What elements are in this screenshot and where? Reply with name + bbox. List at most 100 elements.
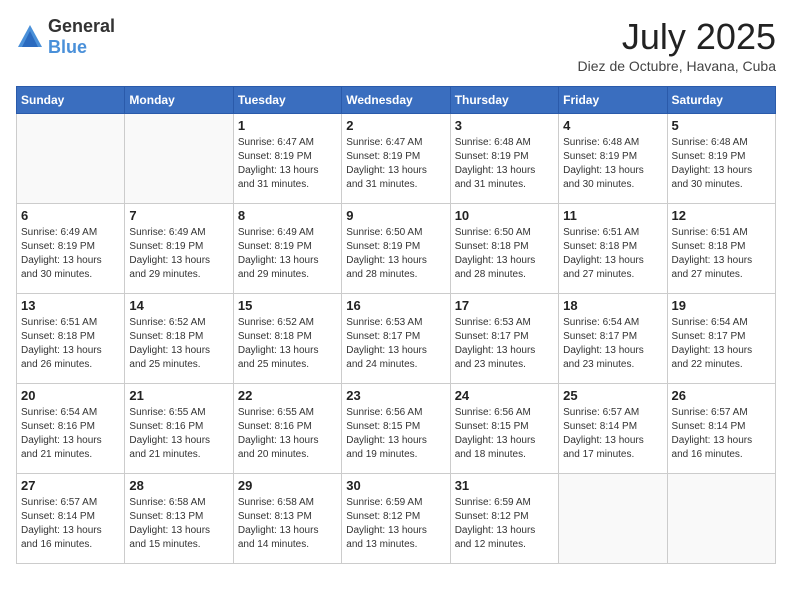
day-detail: Sunrise: 6:47 AM Sunset: 8:19 PM Dayligh… xyxy=(346,136,445,192)
day-detail: Sunrise: 6:53 AM Sunset: 8:17 PM Dayligh… xyxy=(346,316,445,372)
title-block: July 2025 Diez de Octubre, Havana, Cuba xyxy=(578,16,776,74)
day-detail: Sunrise: 6:58 AM Sunset: 8:13 PM Dayligh… xyxy=(129,496,228,552)
day-detail: Sunrise: 6:51 AM Sunset: 8:18 PM Dayligh… xyxy=(672,226,771,282)
day-cell: 20Sunrise: 6:54 AM Sunset: 8:16 PM Dayli… xyxy=(17,384,125,474)
day-cell: 3 Sunrise: 6:48 AM Sunset: 8:19 PM Daylig… xyxy=(450,114,558,204)
day-cell: 23 Sunrise: 6:56 AM Sunset: 8:15 PM Dayli… xyxy=(342,384,450,474)
day-number: 17 xyxy=(455,298,554,313)
day-number: 5 xyxy=(672,118,771,133)
day-detail: Sunrise: 6:50 AM Sunset: 8:18 PM Dayligh… xyxy=(455,226,554,282)
day-cell: 30 Sunrise: 6:59 AM Sunset: 8:12 PM Dayli… xyxy=(342,474,450,564)
weekday-header-saturday: Saturday xyxy=(667,87,775,114)
day-number: 30 xyxy=(346,478,445,493)
day-detail: Sunrise: 6:59 AM Sunset: 8:12 PM Dayligh… xyxy=(455,496,554,552)
day-number: 11 xyxy=(563,208,662,223)
weekday-header-friday: Friday xyxy=(559,87,667,114)
day-number: 23 xyxy=(346,388,445,403)
day-detail: Sunrise: 6:49 AM Sunset: 8:19 PM Dayligh… xyxy=(129,226,228,282)
day-cell: 29 Sunrise: 6:58 AM Sunset: 8:13 PM Dayli… xyxy=(233,474,341,564)
week-row-5: 27 Sunrise: 6:57 AM Sunset: 8:14 PM Dayli… xyxy=(17,474,776,564)
day-number: 29 xyxy=(238,478,337,493)
day-detail: Sunrise: 6:50 AM Sunset: 8:19 PM Dayligh… xyxy=(346,226,445,282)
day-cell xyxy=(125,114,233,204)
weekday-row: SundayMondayTuesdayWednesdayThursdayFrid… xyxy=(17,87,776,114)
day-detail: Sunrise: 6:58 AM Sunset: 8:13 PM Dayligh… xyxy=(238,496,337,552)
day-cell: 26 Sunrise: 6:57 AM Sunset: 8:14 PM Dayli… xyxy=(667,384,775,474)
day-number: 26 xyxy=(672,388,771,403)
day-detail: Sunrise: 6:51 AM Sunset: 8:18 PM Dayligh… xyxy=(21,316,120,372)
day-detail: Sunrise: 6:57 AM Sunset: 8:14 PM Dayligh… xyxy=(672,406,771,462)
day-detail: Sunrise: 6:52 AM Sunset: 8:18 PM Dayligh… xyxy=(129,316,228,372)
day-number: 24 xyxy=(455,388,554,403)
day-detail: Sunrise: 6:52 AM Sunset: 8:18 PM Dayligh… xyxy=(238,316,337,372)
calendar-header: SundayMondayTuesdayWednesdayThursdayFrid… xyxy=(17,87,776,114)
day-number: 1 xyxy=(238,118,337,133)
day-cell: 16Sunrise: 6:53 AM Sunset: 8:17 PM Dayli… xyxy=(342,294,450,384)
day-number: 18 xyxy=(563,298,662,313)
calendar-table: SundayMondayTuesdayWednesdayThursdayFrid… xyxy=(16,86,776,564)
day-cell: 1Sunrise: 6:47 AM Sunset: 8:19 PM Daylig… xyxy=(233,114,341,204)
logo-icon xyxy=(16,23,44,51)
day-cell: 28 Sunrise: 6:58 AM Sunset: 8:13 PM Dayli… xyxy=(125,474,233,564)
day-number: 10 xyxy=(455,208,554,223)
calendar-subtitle: Diez de Octubre, Havana, Cuba xyxy=(578,58,776,74)
week-row-3: 13 Sunrise: 6:51 AM Sunset: 8:18 PM Dayli… xyxy=(17,294,776,384)
day-number: 13 xyxy=(21,298,120,313)
day-number: 19 xyxy=(672,298,771,313)
day-detail: Sunrise: 6:48 AM Sunset: 8:19 PM Dayligh… xyxy=(455,136,554,192)
weekday-header-tuesday: Tuesday xyxy=(233,87,341,114)
day-cell: 6 Sunrise: 6:49 AM Sunset: 8:19 PM Daylig… xyxy=(17,204,125,294)
day-detail: Sunrise: 6:57 AM Sunset: 8:14 PM Dayligh… xyxy=(563,406,662,462)
week-row-4: 20Sunrise: 6:54 AM Sunset: 8:16 PM Dayli… xyxy=(17,384,776,474)
day-cell xyxy=(559,474,667,564)
day-detail: Sunrise: 6:49 AM Sunset: 8:19 PM Dayligh… xyxy=(21,226,120,282)
day-cell: 17 Sunrise: 6:53 AM Sunset: 8:17 PM Dayli… xyxy=(450,294,558,384)
day-cell xyxy=(17,114,125,204)
day-number: 20 xyxy=(21,388,120,403)
page-header: General Blue July 2025 Diez de Octubre, … xyxy=(16,16,776,74)
day-detail: Sunrise: 6:59 AM Sunset: 8:12 PM Dayligh… xyxy=(346,496,445,552)
week-row-1: 1 Sunrise: 6:47 AM Sunset: 8:19 PM Daylig… xyxy=(17,114,776,204)
day-detail: Sunrise: 6:57 AM Sunset: 8:14 PM Dayligh… xyxy=(21,496,120,552)
day-cell: 14 Sunrise: 6:52 AM Sunset: 8:18 PM Dayli… xyxy=(125,294,233,384)
day-number: 14 xyxy=(129,298,228,313)
day-number: 12 xyxy=(672,208,771,223)
day-detail: Sunrise: 6:55 AM Sunset: 8:16 PM Dayligh… xyxy=(129,406,228,462)
day-cell: 9Sunrise: 6:50 AM Sunset: 8:19 PM Daylig… xyxy=(342,204,450,294)
day-number: 7 xyxy=(129,208,228,223)
calendar-title: July 2025 xyxy=(578,16,776,58)
day-detail: Sunrise: 6:56 AM Sunset: 8:15 PM Dayligh… xyxy=(455,406,554,462)
day-cell: 21Sunrise: 6:55 AM Sunset: 8:16 PM Dayli… xyxy=(125,384,233,474)
day-number: 6 xyxy=(21,208,120,223)
day-number: 27 xyxy=(21,478,120,493)
day-detail: Sunrise: 6:54 AM Sunset: 8:17 PM Dayligh… xyxy=(563,316,662,372)
day-cell: 18 Sunrise: 6:54 AM Sunset: 8:17 PM Dayli… xyxy=(559,294,667,384)
day-number: 15 xyxy=(238,298,337,313)
day-detail: Sunrise: 6:48 AM Sunset: 8:19 PM Dayligh… xyxy=(672,136,771,192)
day-number: 3 xyxy=(455,118,554,133)
day-cell: 27 Sunrise: 6:57 AM Sunset: 8:14 PM Dayli… xyxy=(17,474,125,564)
day-number: 31 xyxy=(455,478,554,493)
day-cell: 8Sunrise: 6:49 AM Sunset: 8:19 PM Daylig… xyxy=(233,204,341,294)
calendar-body: 1 Sunrise: 6:47 AM Sunset: 8:19 PM Daylig… xyxy=(17,114,776,564)
day-cell xyxy=(667,474,775,564)
day-number: 4 xyxy=(563,118,662,133)
logo-blue-text: Blue xyxy=(48,37,87,57)
day-number: 2 xyxy=(346,118,445,133)
day-cell: 13 Sunrise: 6:51 AM Sunset: 8:18 PM Dayli… xyxy=(17,294,125,384)
day-cell: 22Sunrise: 6:55 AM Sunset: 8:16 PM Dayli… xyxy=(233,384,341,474)
day-cell: 11Sunrise: 6:51 AM Sunset: 8:18 PM Dayli… xyxy=(559,204,667,294)
day-detail: Sunrise: 6:54 AM Sunset: 8:17 PM Dayligh… xyxy=(672,316,771,372)
day-detail: Sunrise: 6:56 AM Sunset: 8:15 PM Dayligh… xyxy=(346,406,445,462)
weekday-header-monday: Monday xyxy=(125,87,233,114)
day-number: 22 xyxy=(238,388,337,403)
day-cell: 2 Sunrise: 6:47 AM Sunset: 8:19 PM Daylig… xyxy=(342,114,450,204)
day-number: 28 xyxy=(129,478,228,493)
logo: General Blue xyxy=(16,16,115,58)
day-cell: 15 Sunrise: 6:52 AM Sunset: 8:18 PM Dayli… xyxy=(233,294,341,384)
day-cell: 12 Sunrise: 6:51 AM Sunset: 8:18 PM Dayli… xyxy=(667,204,775,294)
logo-general-text: General xyxy=(48,16,115,36)
day-detail: Sunrise: 6:53 AM Sunset: 8:17 PM Dayligh… xyxy=(455,316,554,372)
day-number: 25 xyxy=(563,388,662,403)
day-detail: Sunrise: 6:48 AM Sunset: 8:19 PM Dayligh… xyxy=(563,136,662,192)
